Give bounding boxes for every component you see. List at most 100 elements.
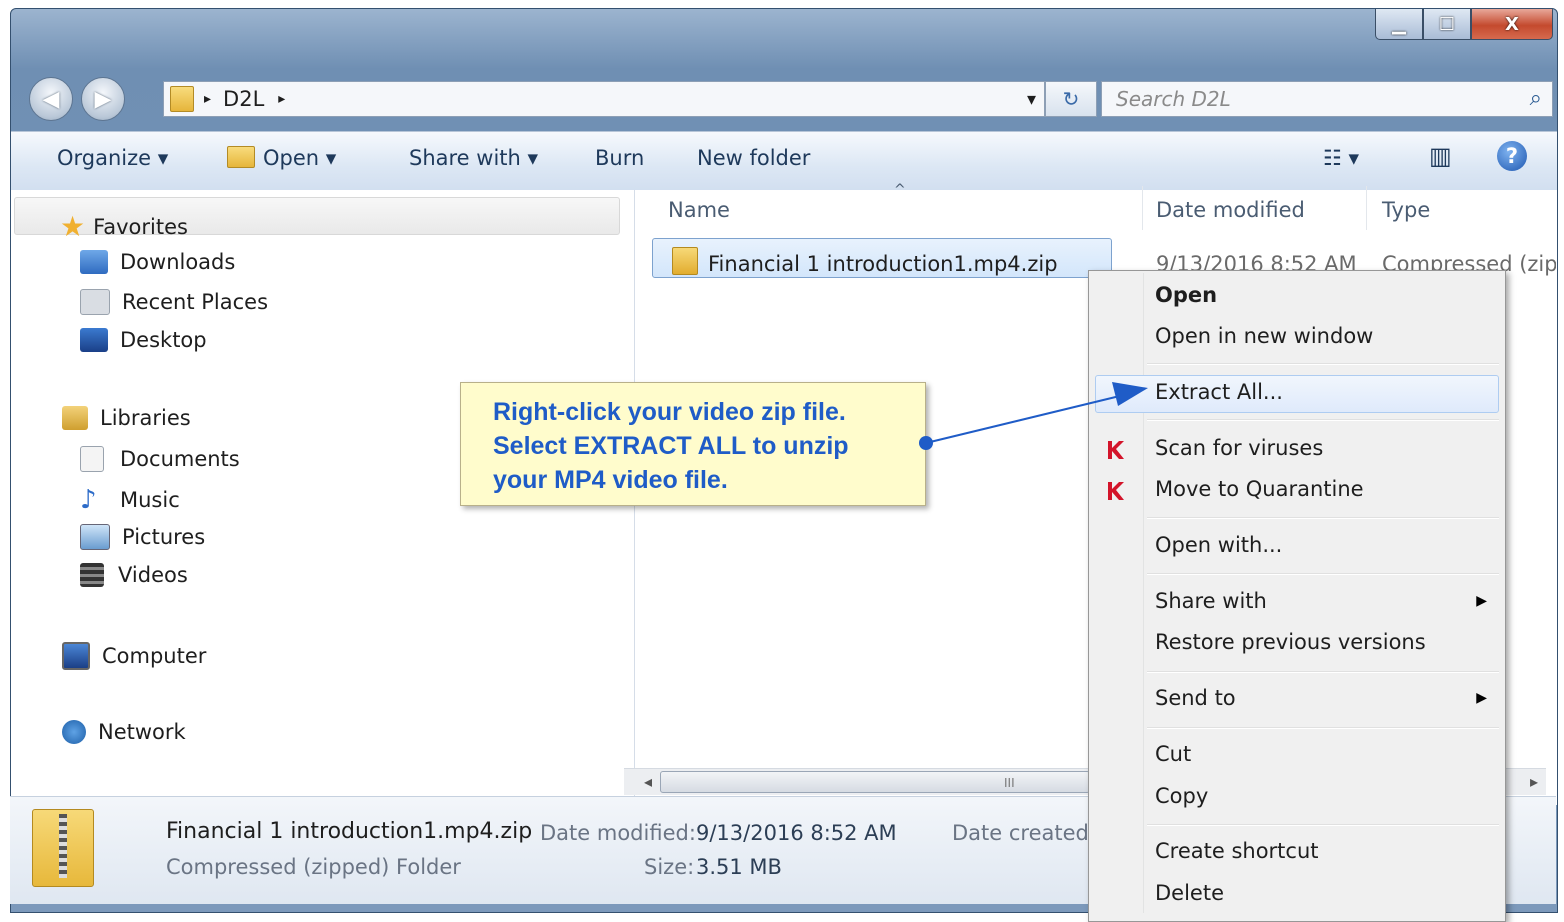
nav-documents[interactable]: Documents [80,446,240,472]
nav-libraries-label: Libraries [100,406,191,430]
nav-downloads[interactable]: Downloads [80,250,235,274]
nav-favorites-label: Favorites [93,214,188,239]
breadcrumb-separator[interactable]: ▸ [204,91,211,107]
column-header-type[interactable]: Type [1382,198,1430,222]
details-date-modified-label: Date modified: [540,821,696,845]
menu-item-open-new-window[interactable]: Open in new window [1155,324,1373,348]
breadcrumb-trail-arrow[interactable]: ▸ [278,91,285,107]
menu-item-open[interactable]: Open [1155,283,1217,307]
column-divider[interactable] [1142,186,1143,230]
scroll-thumb[interactable] [660,771,1090,793]
nav-desktop[interactable]: Desktop [80,328,207,352]
menu-item-restore-versions[interactable]: Restore previous versions [1155,630,1426,654]
network-icon [62,720,86,744]
nav-computer[interactable]: Computer [62,642,206,670]
kaspersky-icon [1108,482,1124,500]
refresh-button[interactable]: ↻ [1045,81,1097,117]
nav-desktop-label: Desktop [120,328,207,352]
organize-button[interactable]: Organize ▾ [57,146,168,170]
menu-item-move-quarantine[interactable]: Move to Quarantine [1155,477,1364,501]
details-file-kind: Compressed (zipped) Folder [166,855,461,879]
open-button[interactable]: Open ▾ [227,146,336,170]
scroll-right-icon[interactable]: ▸ [1530,772,1538,791]
nav-pictures[interactable]: Pictures [80,524,205,550]
scroll-grip-icon: III [1004,776,1015,790]
submenu-arrow-icon: ▶ [1476,690,1487,706]
command-bar: Organize ▾ Open ▾ Share with ▾ Burn New … [11,131,1557,191]
details-date-created-label: Date created: [952,821,1096,845]
submenu-arrow-icon: ▶ [1476,593,1487,609]
music-icon: ♪ [80,485,97,515]
caption-buttons: ▁ ☐ X [1375,9,1553,40]
kaspersky-icon [1108,441,1124,459]
search-placeholder: Search D2L [1116,87,1231,111]
downloads-icon [80,250,108,274]
nav-favorites[interactable]: ★ Favorites [60,210,188,243]
nav-music-label: Music [120,488,180,512]
nav-pictures-label: Pictures [122,525,206,549]
scroll-left-icon[interactable]: ◂ [644,772,652,791]
menu-separator [1147,727,1499,729]
column-divider[interactable] [1366,186,1367,230]
forward-button[interactable]: ▶ [81,77,125,121]
menu-item-cut[interactable]: Cut [1155,742,1191,766]
zip-large-icon [32,809,94,887]
nav-network-label: Network [98,720,186,744]
documents-icon [80,446,104,472]
folder-icon [170,86,194,112]
libraries-icon [62,406,88,430]
nav-libraries[interactable]: Libraries [62,406,191,430]
burn-button[interactable]: Burn [595,146,644,170]
menu-separator [1147,517,1499,519]
menu-item-copy[interactable]: Copy [1155,784,1208,808]
nav-recent-places[interactable]: Recent Places [80,289,268,315]
search-input[interactable]: Search D2L ⌕ [1101,81,1553,117]
menu-item-share-with[interactable]: Share with [1155,589,1267,613]
context-menu: Open Open in new window Extract All... S… [1088,270,1506,922]
open-folder-icon [227,146,255,168]
menu-item-delete[interactable]: Delete [1155,881,1224,905]
menu-separator [1147,824,1499,826]
zip-folder-icon [672,247,698,275]
menu-separator [1147,363,1499,365]
share-with-button[interactable]: Share with ▾ [409,146,538,170]
menu-item-open-with[interactable]: Open with... [1155,533,1282,557]
address-dropdown-icon[interactable]: ▾ [1027,89,1036,110]
menu-item-send-to[interactable]: Send to [1155,686,1236,710]
nav-documents-label: Documents [120,447,240,471]
views-icon[interactable]: ☷ ▾ [1323,146,1359,170]
details-file-name: Financial 1 introduction1.mp4.zip [166,819,533,844]
back-button[interactable]: ◀ [29,77,73,121]
address-bar[interactable]: ▸ D2L ▸ ▾ [163,81,1045,117]
details-size-value: 3.51 MB [696,855,782,879]
close-button[interactable]: X [1471,9,1553,40]
preview-pane-icon[interactable]: ▥ [1429,142,1452,170]
nav-network[interactable]: Network [62,720,186,744]
open-button-label: Open ▾ [263,146,337,170]
videos-icon [80,563,104,587]
column-header-name[interactable]: Name [668,198,730,222]
instruction-callout: Right-click your video zip file. Select … [460,382,926,506]
nav-computer-label: Computer [102,644,207,668]
sort-indicator-icon: ^ [894,182,906,198]
menu-separator [1147,671,1499,673]
file-name[interactable]: Financial 1 introduction1.mp4.zip [708,252,1058,276]
callout-line-2: Select EXTRACT ALL to unzip [493,432,849,460]
menu-gutter [1143,273,1144,913]
maximize-button[interactable]: ☐ [1423,9,1471,40]
menu-separator [1147,419,1499,421]
breadcrumb-d2l[interactable]: D2L [223,87,264,111]
star-icon: ★ [60,210,86,243]
nav-music[interactable]: ♪ Music [80,485,180,515]
new-folder-button[interactable]: New folder [697,146,810,170]
nav-recent-places-label: Recent Places [122,290,269,314]
help-icon[interactable]: ? [1497,141,1527,171]
details-date-modified-value[interactable]: 9/13/2016 8:52 AM [696,821,897,845]
menu-item-create-shortcut[interactable]: Create shortcut [1155,839,1319,863]
column-header-date-modified[interactable]: Date modified [1156,198,1305,222]
menu-item-scan-viruses[interactable]: Scan for viruses [1155,436,1323,460]
menu-item-extract-all[interactable]: Extract All... [1155,380,1283,404]
nav-videos[interactable]: Videos [80,563,188,587]
minimize-button[interactable]: ▁ [1375,9,1423,40]
search-icon[interactable]: ⌕ [1530,86,1542,111]
